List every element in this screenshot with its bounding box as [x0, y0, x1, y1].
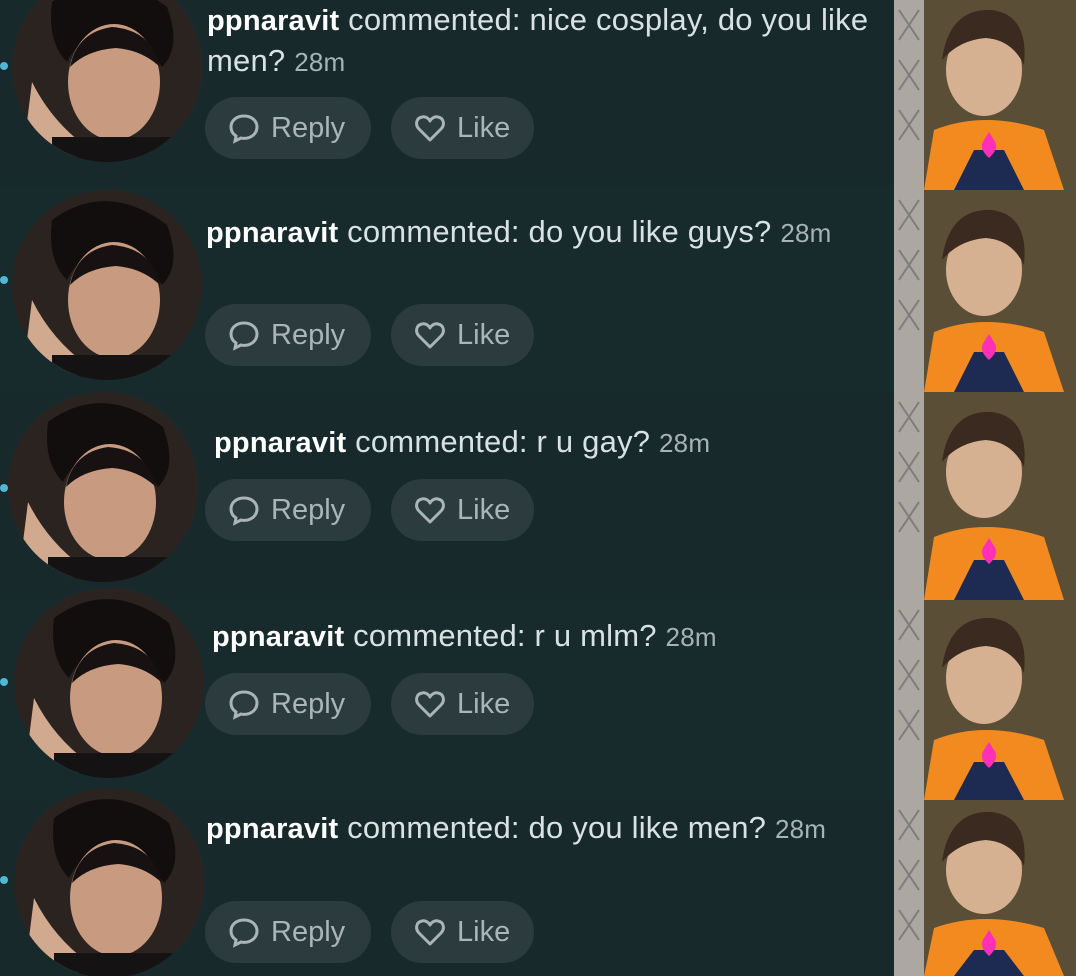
- post-thumbnail[interactable]: [894, 190, 1076, 392]
- post-thumbnail[interactable]: [894, 392, 1076, 600]
- like-button[interactable]: Like: [391, 304, 534, 366]
- like-label: Like: [457, 318, 511, 351]
- reply-button[interactable]: Reply: [205, 479, 371, 541]
- heart-icon: [415, 322, 445, 349]
- avatar[interactable]: [8, 392, 198, 582]
- unread-indicator: [0, 678, 8, 686]
- avatar[interactable]: [12, 190, 202, 380]
- speech-bubble-icon: [229, 114, 259, 144]
- comment-text: ppnaravit commented: r u mlm? 28m: [212, 616, 892, 657]
- comment-text: ppnaravit commented: nice cosplay, do yo…: [207, 0, 897, 82]
- like-button[interactable]: Like: [391, 673, 534, 735]
- speech-bubble-icon: [229, 321, 259, 351]
- unread-indicator: [0, 876, 8, 884]
- post-thumbnail[interactable]: [894, 800, 1076, 976]
- timestamp: 28m: [780, 218, 832, 248]
- notification-row[interactable]: ppnaravit commented: nice cosplay, do yo…: [0, 0, 1076, 190]
- comment-text: ppnaravit commented: do you like guys? 2…: [206, 212, 896, 253]
- reply-button[interactable]: Reply: [205, 304, 371, 366]
- heart-icon: [415, 115, 445, 142]
- like-label: Like: [457, 493, 511, 526]
- username[interactable]: ppnaravit: [207, 5, 339, 37]
- unread-indicator: [0, 276, 8, 284]
- like-label: Like: [457, 687, 511, 720]
- reply-label: Reply: [271, 318, 346, 351]
- username[interactable]: ppnaravit: [212, 621, 344, 653]
- heart-icon: [415, 497, 445, 524]
- comment-body: commented: do you like guys?: [338, 214, 772, 249]
- notification-row[interactable]: ppnaravit commented: do you like guys? 2…: [0, 190, 1076, 392]
- like-label: Like: [457, 915, 511, 948]
- heart-icon: [415, 919, 445, 946]
- reply-button[interactable]: Reply: [205, 97, 371, 159]
- username[interactable]: ppnaravit: [206, 217, 338, 249]
- reply-label: Reply: [271, 111, 346, 144]
- post-thumbnail[interactable]: [894, 0, 1076, 190]
- avatar[interactable]: [14, 788, 204, 976]
- notification-row[interactable]: ppnaravit commented: r u mlm? 28m Reply …: [0, 588, 1076, 800]
- reply-label: Reply: [271, 915, 346, 948]
- unread-indicator: [0, 62, 8, 70]
- like-button[interactable]: Like: [391, 479, 534, 541]
- like-button[interactable]: Like: [391, 97, 534, 159]
- speech-bubble-icon: [229, 496, 259, 526]
- comment-body: commented: r u mlm?: [344, 618, 657, 653]
- comment-body: commented: do you like men?: [338, 810, 767, 845]
- timestamp: 28m: [774, 814, 827, 844]
- notification-row[interactable]: ppnaravit commented: r u gay? 28m Reply …: [0, 392, 1076, 600]
- speech-bubble-icon: [229, 690, 259, 720]
- reply-label: Reply: [271, 493, 346, 526]
- unread-indicator: [0, 484, 8, 492]
- username[interactable]: ppnaravit: [206, 813, 338, 845]
- like-label: Like: [457, 111, 511, 144]
- username[interactable]: ppnaravit: [214, 427, 346, 459]
- comment-text: ppnaravit commented: r u gay? 28m: [214, 422, 894, 463]
- reply-button[interactable]: Reply: [205, 901, 371, 963]
- speech-bubble-icon: [229, 918, 259, 948]
- notification-feed: ppnaravit commented: nice cosplay, do yo…: [0, 0, 1076, 976]
- reply-button[interactable]: Reply: [205, 673, 371, 735]
- reply-label: Reply: [271, 687, 346, 720]
- avatar[interactable]: [14, 588, 204, 778]
- notification-row[interactable]: ppnaravit commented: do you like men? 28…: [0, 788, 1076, 976]
- comment-text: ppnaravit commented: do you like men? 28…: [206, 808, 896, 849]
- timestamp: 28m: [665, 622, 717, 652]
- heart-icon: [415, 691, 445, 718]
- timestamp: 28m: [659, 428, 711, 458]
- post-thumbnail[interactable]: [894, 600, 1076, 800]
- comment-body: commented: r u gay?: [346, 424, 651, 459]
- like-button[interactable]: Like: [391, 901, 534, 963]
- timestamp: 28m: [294, 47, 346, 77]
- avatar[interactable]: [12, 0, 202, 162]
